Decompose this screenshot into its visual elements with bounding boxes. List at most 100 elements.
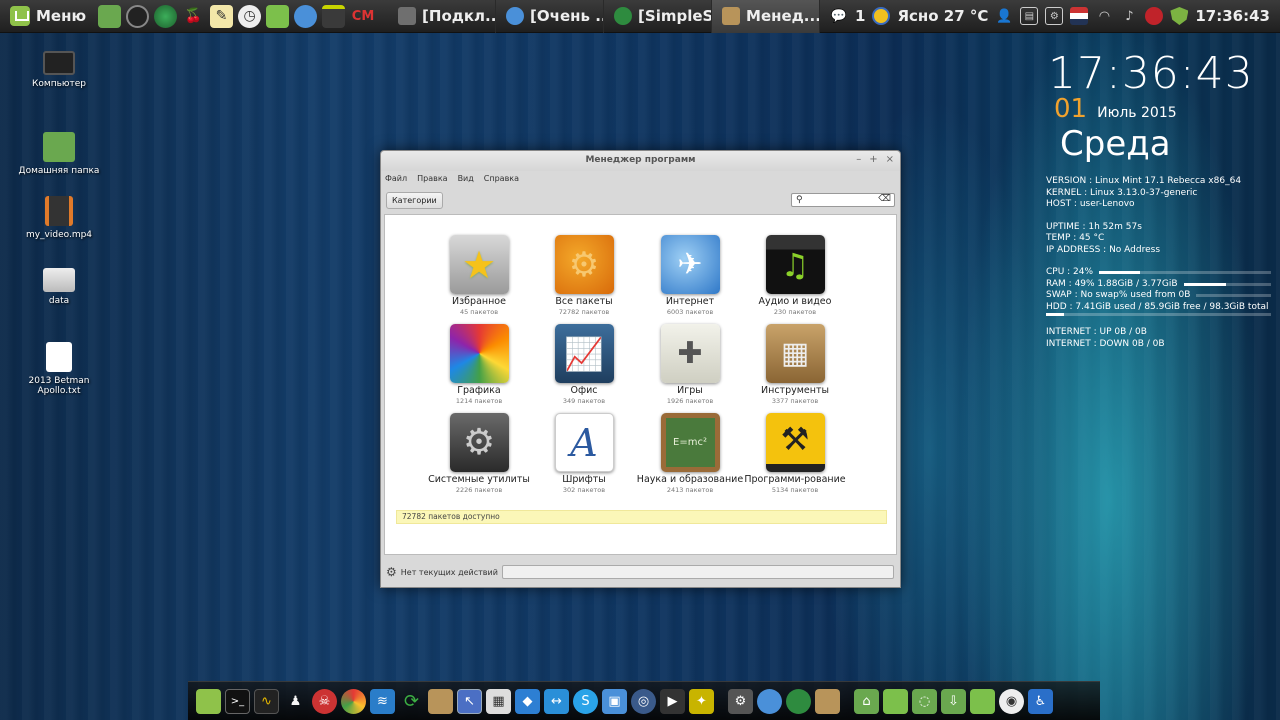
menu-button[interactable]: Меню <box>0 0 94 33</box>
weather-text[interactable]: Ясно 27 °C <box>897 7 988 25</box>
desktop-icon-home[interactable]: Домашняя папка <box>4 132 114 176</box>
mint-menu-icon[interactable] <box>196 688 221 714</box>
category-all-packages[interactable]: ⚙ Все пакеты 72782 пакетов <box>529 235 639 316</box>
category-internet[interactable]: ✈ Интернет 6003 пакетов <box>635 235 745 316</box>
category-count: 230 пакетов <box>773 307 817 316</box>
category-name: Графика <box>457 385 501 396</box>
panel-clock[interactable]: 17:36:43 <box>1195 7 1270 25</box>
system-monitor-icon[interactable]: ∿ <box>254 688 279 714</box>
steam-icon[interactable]: ◎ <box>631 688 656 714</box>
home-dock-icon[interactable]: ⌂ <box>854 688 879 714</box>
task-2[interactable]: [SimpleS... <box>604 0 713 33</box>
tux-icon[interactable]: ♟ <box>283 689 308 714</box>
category-programming[interactable]: ⚒ Программи-рование 5134 пакетов <box>740 413 850 494</box>
software-manager-dock-icon[interactable] <box>815 688 840 714</box>
desktop-icon-label: my_video.mp4 <box>25 230 93 240</box>
search-box[interactable]: ⚲ ⌫ <box>791 193 895 207</box>
menu-view[interactable]: Вид <box>458 174 474 183</box>
desktop-icon-video[interactable]: my_video.mp4 <box>4 196 114 240</box>
category-office[interactable]: 📈 Офис 349 пакетов <box>529 324 639 405</box>
menu-file[interactable]: Файл <box>385 174 407 183</box>
folder-icon[interactable] <box>266 4 290 28</box>
category-name: Шрифты <box>562 474 606 485</box>
package-icon[interactable] <box>428 688 453 714</box>
cherry-icon[interactable]: 🍒 <box>182 5 205 28</box>
window-controls: – + × <box>856 154 894 165</box>
browser-icon[interactable] <box>154 4 178 28</box>
conky-system-info: VERSION : Linux Mint 17.1 Rebecca x86_64… <box>1046 176 1271 350</box>
category-count: 45 пакетов <box>459 307 499 316</box>
teamviewer-icon[interactable]: ↔ <box>544 688 569 714</box>
category-science[interactable]: E=mc² Наука и образование 2413 пакетов <box>635 413 745 494</box>
desktop-icon-data[interactable]: data <box>4 264 114 306</box>
calculator-icon: ▦ <box>765 324 825 383</box>
camera-icon[interactable] <box>126 4 150 28</box>
activity-monitor-icon[interactable]: ≋ <box>370 688 395 714</box>
cm-icon[interactable]: CM <box>350 5 376 28</box>
task-1[interactable]: [Очень ... <box>496 0 605 33</box>
category-audio-video[interactable]: ♫ Аудио и видео 230 пакетов <box>740 235 850 316</box>
gamepad-icon: ✚ <box>660 324 720 383</box>
video-editor-icon[interactable]: ▶ <box>660 688 685 714</box>
gears-icon: ⚙ <box>554 235 614 294</box>
keyboard-layout-flag-icon[interactable] <box>1070 7 1089 25</box>
categories-button[interactable]: Категории <box>386 191 443 209</box>
simplescreen-dock-icon[interactable] <box>786 688 811 714</box>
update-shield-icon[interactable] <box>1170 7 1189 25</box>
weather-sun-icon[interactable] <box>872 7 891 25</box>
status-progress-bar <box>501 565 894 579</box>
category-favorites[interactable]: ★ Избранное 45 пакетов <box>424 235 534 316</box>
category-system[interactable]: ⚙ Системные утилиты 2226 пакетов <box>424 413 534 494</box>
category-graphics[interactable]: Графика 1214 пакетов <box>424 324 534 405</box>
ram-bar <box>1183 282 1271 286</box>
menu-edit[interactable]: Правка <box>417 174 447 183</box>
documents-icon[interactable] <box>883 688 908 714</box>
pirate-game-icon[interactable]: ☠ <box>312 688 337 714</box>
user-icon[interactable]: 👤 <box>995 7 1013 25</box>
calculator-dock-icon[interactable]: ▦ <box>486 688 511 714</box>
screenshot-icon[interactable]: ▣ <box>602 688 627 714</box>
clear-search-icon[interactable]: ⌫ <box>878 194 891 204</box>
window-titlebar[interactable]: Менеджер программ – + × <box>381 151 900 171</box>
toolbar: Категории ⚲ ⌫ <box>381 186 900 214</box>
folder-dock-icon[interactable] <box>970 688 995 714</box>
chromium-icon[interactable] <box>757 688 782 714</box>
maximize-button[interactable]: + <box>869 154 877 165</box>
sync-icon[interactable]: ⟳ <box>399 689 424 714</box>
category-fonts[interactable]: A Шрифты 302 пакетов <box>529 413 639 494</box>
monitor-icon[interactable] <box>322 4 346 28</box>
disc-icon[interactable]: ◉ <box>999 688 1024 714</box>
sound-icon[interactable]: ♪ <box>1120 7 1138 25</box>
category-tools[interactable]: ▦ Инструменты 3377 пакетов <box>740 324 850 405</box>
paint-icon[interactable]: ✦ <box>689 688 714 714</box>
network-manager-icon[interactable]: ⚙ <box>1045 7 1064 25</box>
search-input[interactable] <box>807 195 877 205</box>
task-0[interactable]: [Подкл... <box>388 0 497 33</box>
skype-icon[interactable]: S <box>573 688 598 714</box>
wifi-icon[interactable]: ◠ <box>1095 7 1113 25</box>
chrome-icon[interactable] <box>294 4 318 28</box>
close-button[interactable]: × <box>886 154 894 165</box>
settings-icon[interactable]: ⚙ <box>728 688 753 714</box>
chrome-dock-icon[interactable] <box>341 688 366 714</box>
desktop-icon-computer[interactable]: Компьютер <box>4 48 114 89</box>
chat-bubble-icon[interactable]: 💬 <box>830 7 848 25</box>
pictures-icon[interactable]: ◌ <box>912 688 937 714</box>
task-3[interactable]: Менед... <box>712 0 821 33</box>
cursor-app-icon[interactable]: ↖ <box>457 688 482 714</box>
desktop-icon-textfile[interactable]: 2013 Betman Apollo.txt <box>4 342 114 396</box>
dropbox-icon[interactable]: ◆ <box>515 688 540 714</box>
category-games[interactable]: ✚ Игры 1926 пакетов <box>635 324 745 405</box>
clock-icon[interactable]: ◷ <box>238 4 262 28</box>
menu-help[interactable]: Справка <box>484 174 519 183</box>
notes-icon[interactable]: ✎ <box>210 4 234 28</box>
category-name: Инструменты <box>761 385 829 396</box>
show-desktop-icon[interactable] <box>98 4 122 28</box>
downloads-icon[interactable]: ⇩ <box>941 688 966 714</box>
terminal-icon[interactable]: >_ <box>225 688 250 714</box>
minimize-button[interactable]: – <box>856 154 861 165</box>
activity-gear-icon[interactable]: ⚙ <box>386 565 397 579</box>
record-icon[interactable] <box>1145 7 1164 25</box>
accessibility-icon[interactable]: ♿ <box>1028 688 1053 714</box>
clipboard-icon[interactable]: ▤ <box>1020 7 1039 25</box>
